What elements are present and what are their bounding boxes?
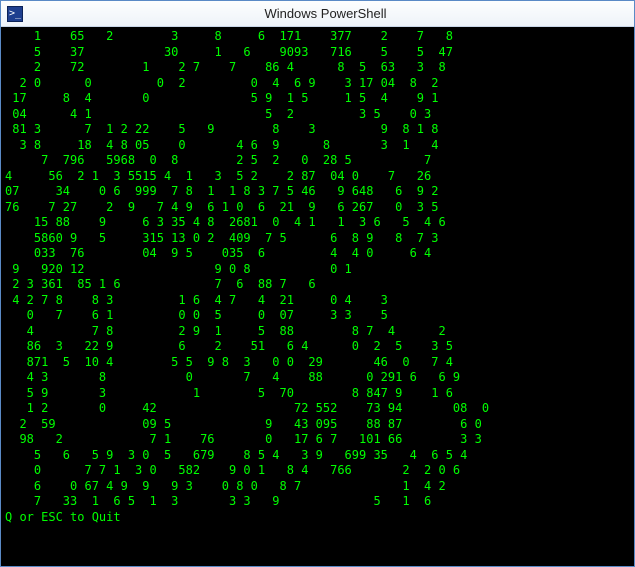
window-title: Windows PowerShell — [23, 6, 628, 21]
terminal-output[interactable]: 1 65 2 3 8 6 171 377 2 7 8 5 37 30 1 6 9… — [1, 27, 634, 566]
powershell-icon: >_ — [7, 6, 23, 22]
titlebar[interactable]: >_ Windows PowerShell — [1, 1, 634, 27]
powershell-window: >_ Windows PowerShell 1 65 2 3 8 6 171 3… — [0, 0, 635, 567]
powershell-icon-glyph: >_ — [9, 9, 21, 19]
